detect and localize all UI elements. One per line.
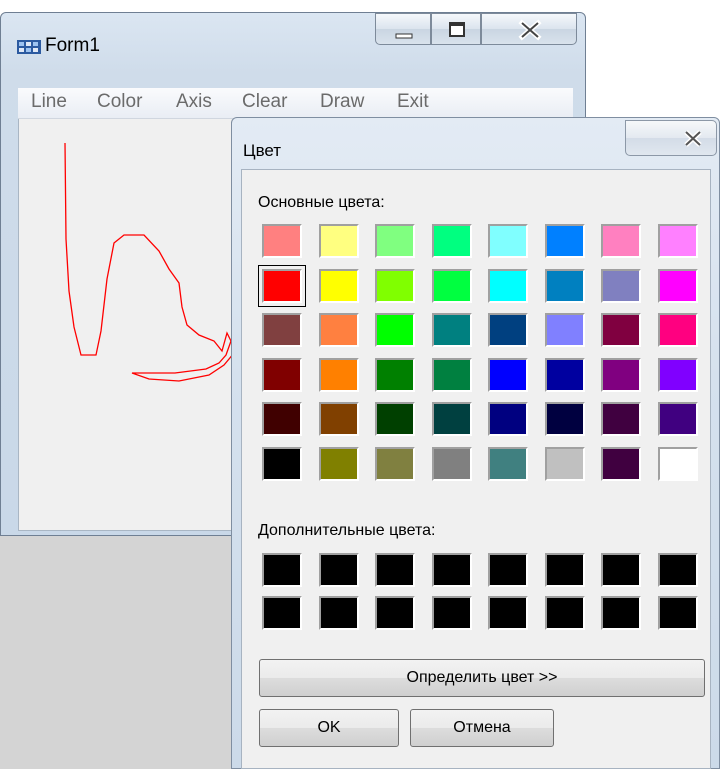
color-dialog[interactable]: Цвет Основные цвета: Дополнительные цвет…: [231, 117, 720, 769]
basic-colors-label: Основные цвета:: [258, 194, 385, 211]
custom-color-swatch[interactable]: [488, 553, 528, 587]
basic-color-swatch[interactable]: [375, 313, 415, 347]
custom-color-swatch[interactable]: [657, 596, 698, 630]
menu-clear[interactable]: Clear: [242, 91, 287, 113]
basic-color-swatch[interactable]: [601, 313, 641, 347]
maximize-button[interactable]: [431, 13, 481, 45]
basic-color-swatch[interactable]: [657, 313, 698, 347]
basic-color-swatch[interactable]: [488, 268, 528, 303]
basic-color-swatch[interactable]: [544, 268, 585, 303]
custom-color-swatch[interactable]: [262, 553, 302, 587]
basic-color-swatch[interactable]: [431, 313, 472, 347]
basic-color-swatch[interactable]: [488, 313, 528, 347]
custom-color-swatch[interactable]: [318, 596, 359, 630]
menu-exit[interactable]: Exit: [397, 91, 429, 113]
define-custom-color-button[interactable]: Определить цвет >>: [259, 659, 705, 697]
basic-color-swatch[interactable]: [431, 268, 472, 303]
basic-color-swatch[interactable]: [544, 357, 585, 392]
basic-color-swatch[interactable]: [544, 446, 585, 481]
basic-color-swatch[interactable]: [431, 224, 472, 258]
basic-color-swatch[interactable]: [375, 268, 415, 303]
minimize-button[interactable]: [375, 13, 431, 45]
basic-color-swatch[interactable]: [431, 446, 472, 481]
custom-color-swatch[interactable]: [488, 596, 528, 630]
basic-color-swatch[interactable]: [657, 402, 698, 436]
basic-color-swatch[interactable]: [262, 313, 302, 347]
basic-color-swatch[interactable]: [262, 446, 302, 481]
basic-color-swatch[interactable]: [262, 402, 302, 436]
basic-color-swatch[interactable]: [544, 224, 585, 258]
basic-color-swatch[interactable]: [262, 357, 302, 392]
basic-color-swatch[interactable]: [375, 224, 415, 258]
menu-bar: Line Color Axis Clear Draw Exit: [18, 88, 573, 119]
basic-color-swatch[interactable]: [262, 224, 302, 258]
dialog-body: Основные цвета: Дополнительные цвета: Оп…: [241, 169, 711, 769]
basic-color-swatch[interactable]: [657, 357, 698, 392]
app-icon: [17, 40, 41, 54]
basic-color-swatch[interactable]: [601, 402, 641, 436]
basic-color-swatch[interactable]: [318, 446, 359, 481]
basic-color-swatch[interactable]: [544, 402, 585, 436]
custom-color-swatch[interactable]: [431, 596, 472, 630]
basic-color-swatch[interactable]: [657, 224, 698, 258]
maximize-icon: [449, 22, 465, 37]
basic-color-swatch[interactable]: [657, 268, 698, 303]
custom-color-swatch[interactable]: [375, 596, 415, 630]
dialog-close-button[interactable]: [625, 120, 717, 156]
basic-color-swatch[interactable]: [601, 357, 641, 392]
custom-color-swatch[interactable]: [657, 553, 698, 587]
basic-color-swatch[interactable]: [488, 224, 528, 258]
custom-color-swatch[interactable]: [375, 553, 415, 587]
basic-color-swatch[interactable]: [318, 268, 359, 303]
custom-color-swatch[interactable]: [318, 553, 359, 587]
menu-axis[interactable]: Axis: [176, 91, 212, 113]
basic-color-swatch[interactable]: [657, 446, 698, 481]
custom-color-swatch[interactable]: [431, 553, 472, 587]
desktop-background: [0, 535, 232, 769]
basic-color-swatch[interactable]: [318, 313, 359, 347]
desktop-background: [0, 0, 720, 12]
custom-color-swatch[interactable]: [544, 553, 585, 587]
custom-colors-label: Дополнительные цвета:: [258, 522, 436, 539]
minimize-icon: [395, 33, 413, 39]
basic-color-swatch[interactable]: [488, 446, 528, 481]
menu-line[interactable]: Line: [31, 91, 67, 113]
menu-draw[interactable]: Draw: [320, 91, 364, 113]
custom-color-swatch[interactable]: [544, 596, 585, 630]
close-icon: [684, 130, 702, 147]
basic-color-swatch[interactable]: [375, 402, 415, 436]
custom-color-swatch[interactable]: [262, 596, 302, 630]
ok-button[interactable]: OK: [259, 709, 399, 747]
custom-color-swatch[interactable]: [601, 596, 641, 630]
basic-color-swatch[interactable]: [431, 402, 472, 436]
basic-color-swatch[interactable]: [488, 357, 528, 392]
basic-color-swatch[interactable]: [601, 224, 641, 258]
close-icon: [518, 19, 542, 41]
dialog-title: Цвет: [243, 141, 282, 160]
basic-color-swatch[interactable]: [375, 446, 415, 481]
menu-color[interactable]: Color: [97, 91, 142, 113]
basic-color-swatch[interactable]: [601, 446, 641, 481]
basic-color-swatch[interactable]: [318, 402, 359, 436]
custom-color-swatch[interactable]: [601, 553, 641, 587]
cancel-button[interactable]: Отмена: [410, 709, 554, 747]
basic-color-swatch[interactable]: [431, 357, 472, 392]
basic-color-swatch[interactable]: [318, 224, 359, 258]
window-title: Form1: [45, 35, 100, 56]
basic-color-swatch[interactable]: [601, 268, 641, 303]
basic-color-swatch[interactable]: [318, 357, 359, 392]
close-button[interactable]: [481, 13, 577, 45]
basic-color-swatch[interactable]: [375, 357, 415, 392]
basic-color-swatch[interactable]: [258, 264, 306, 307]
basic-color-swatch[interactable]: [544, 313, 585, 347]
basic-color-swatch[interactable]: [488, 402, 528, 436]
